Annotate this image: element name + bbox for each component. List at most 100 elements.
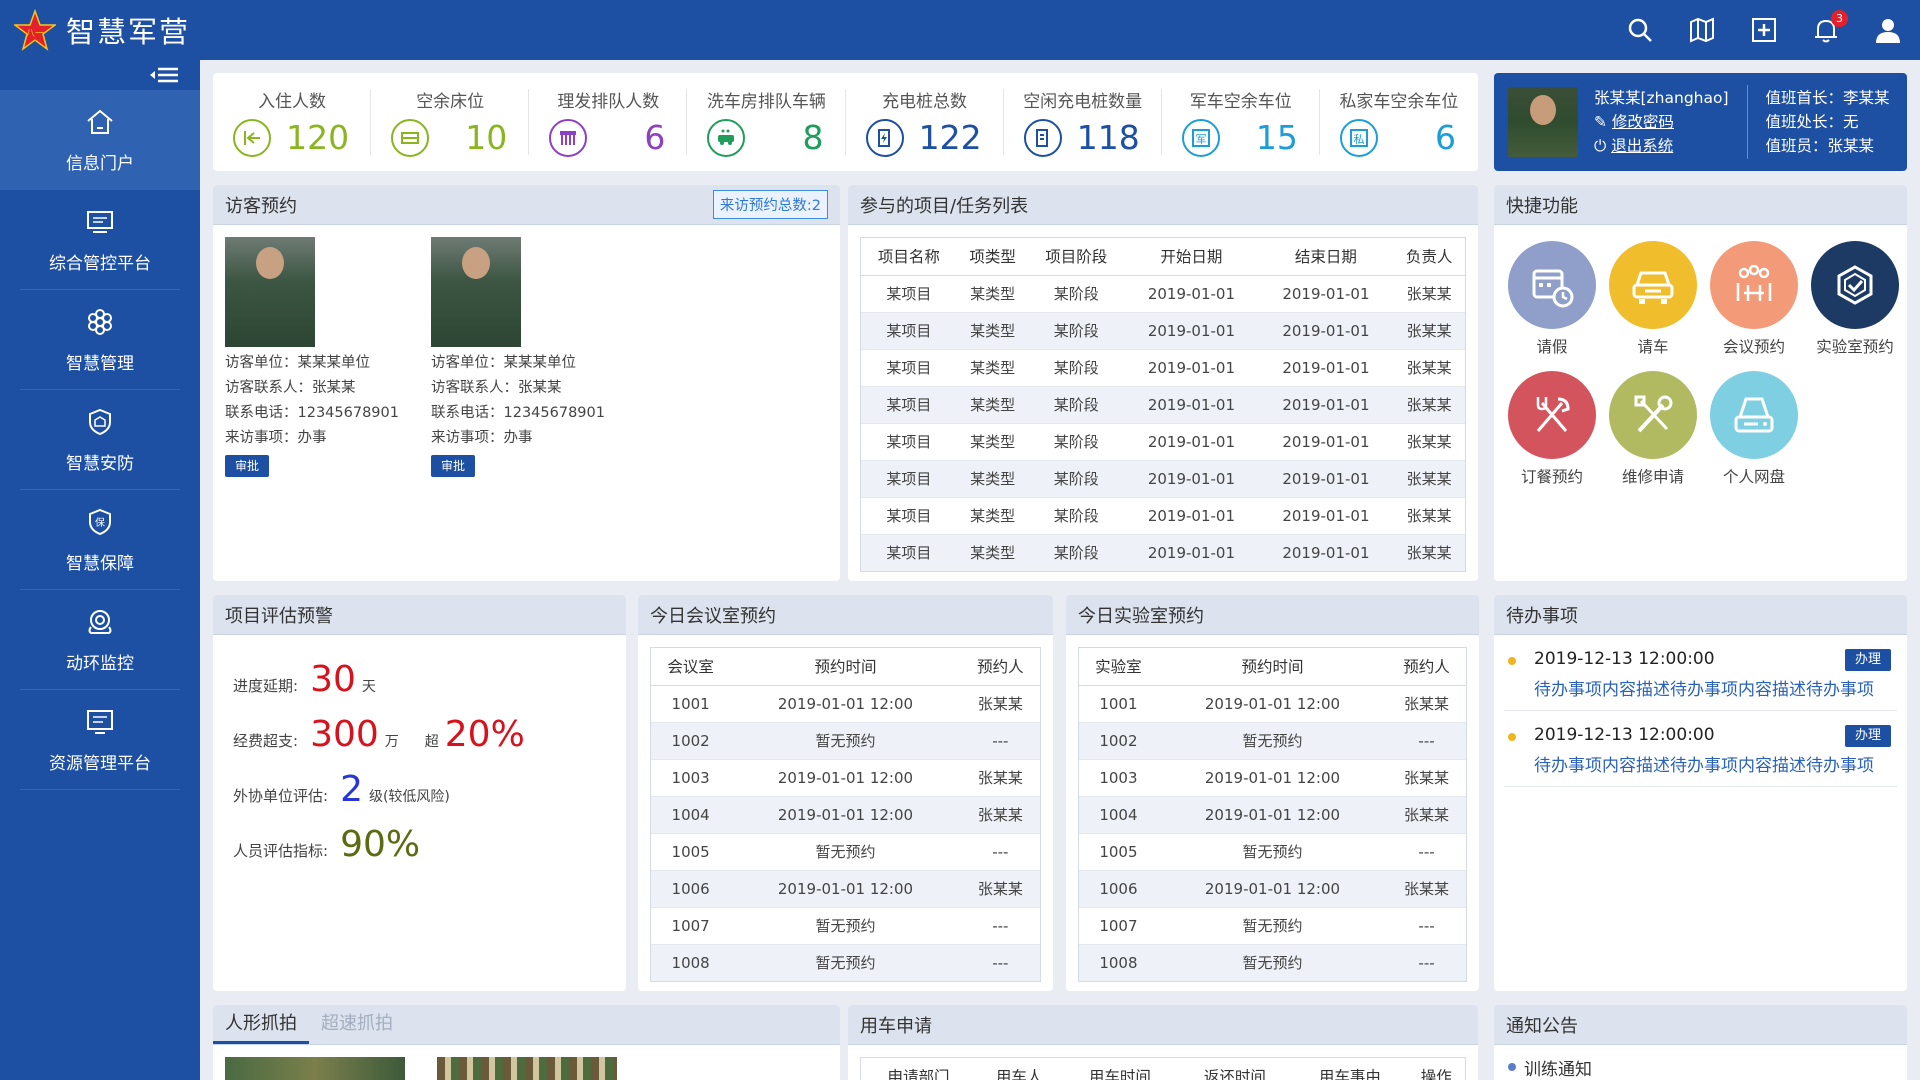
todo-description[interactable]: 待办事项内容描述待办事项内容描述待办事项 xyxy=(1534,751,1885,776)
stat-label: 洗车房排队车辆 xyxy=(706,92,826,112)
tab-human-capture[interactable]: 人形抓拍 xyxy=(213,1005,309,1044)
table-row[interactable]: 某项目 某类型 某阶段 2019-01-01 2019-01-01 张某某 xyxy=(861,311,1465,349)
shortcut-tools[interactable]: 维修申请 xyxy=(1603,371,1703,487)
svg-text:军: 军 xyxy=(1195,133,1206,146)
table-cell: 张某某 xyxy=(1387,795,1466,833)
shortcut-fork-knife[interactable]: 订餐预约 xyxy=(1502,371,1602,487)
search-button[interactable] xyxy=(1626,16,1654,44)
table-row[interactable]: 1005 暂无预约 --- xyxy=(651,832,1040,870)
shortcut-car[interactable]: 请车 xyxy=(1603,241,1703,357)
notification-button[interactable]: 3 xyxy=(1812,10,1848,44)
table-row[interactable]: 1007 暂无预约 --- xyxy=(1079,906,1466,944)
table-row[interactable]: 1004 2019-01-01 12:00 张某某 xyxy=(1079,795,1466,833)
table-row[interactable]: 1007 暂无预约 --- xyxy=(651,906,1040,944)
table-cell: 2019-01-01 xyxy=(1124,348,1259,386)
table-row[interactable]: 1004 2019-01-01 12:00 张某某 xyxy=(651,795,1040,833)
table-row[interactable]: 某项目 某类型 某阶段 2019-01-01 2019-01-01 张某某 xyxy=(861,533,1465,571)
table-row[interactable]: 某项目 某类型 某阶段 2019-01-01 2019-01-01 张某某 xyxy=(861,274,1465,312)
capture-thumbnail[interactable] xyxy=(437,1057,617,1080)
column-header: 预约时间 xyxy=(1157,648,1388,686)
table-row[interactable]: 某项目 某类型 某阶段 2019-01-01 2019-01-01 张某某 xyxy=(861,348,1465,386)
sidebar-item-portal[interactable]: 信息门户 xyxy=(0,90,200,190)
stat-charger-idle: 空闲充电桩数量 118 xyxy=(1004,73,1162,171)
shortcut-lab[interactable]: 实验室预约 xyxy=(1805,241,1905,357)
visitor-matter: 来访事项：办事 xyxy=(431,430,533,446)
notice-panel: 通知公告 训练通知 xyxy=(1494,1005,1907,1080)
table-row[interactable]: 1005 暂无预约 --- xyxy=(1079,832,1466,870)
sidebar-item-label: 综合管控平台 xyxy=(49,253,151,274)
search-icon xyxy=(1628,18,1652,42)
handle-button[interactable]: 办理 xyxy=(1844,649,1891,671)
collapse-button[interactable] xyxy=(0,60,200,90)
table-row[interactable]: 1006 2019-01-01 12:00 张某某 xyxy=(1079,869,1466,907)
tab-speed-capture[interactable]: 超速抓拍 xyxy=(309,1005,405,1044)
budget-unit: 万 xyxy=(384,734,399,750)
table-cell: 某项目 xyxy=(861,459,957,497)
shortcut-calendar-clock[interactable]: 请假 xyxy=(1502,241,1602,357)
table-cell: 1007 xyxy=(1079,906,1158,944)
shortcut-label: 请车 xyxy=(1637,338,1669,356)
delay-row: 进度延期: 30 天 xyxy=(213,659,626,700)
table-cell: 1007 xyxy=(651,906,731,944)
table-row[interactable]: 1001 2019-01-01 12:00 张某某 xyxy=(651,684,1040,722)
table-cell: --- xyxy=(1387,832,1466,870)
todo-item: 2019-12-13 12:00:00 待办事项内容描述待办事项内容描述待办事项… xyxy=(1504,635,1897,711)
sidebar-item-smart-management[interactable]: 智慧管理 xyxy=(0,290,200,390)
top-bar: 八一 智慧军营 3 xyxy=(0,0,1920,60)
sidebar-item-control-platform[interactable]: 综合管控平台 xyxy=(0,190,200,290)
todo-description[interactable]: 待办事项内容描述待办事项内容描述待办事项 xyxy=(1534,675,1885,700)
table-row[interactable]: 1003 2019-01-01 12:00 张某某 xyxy=(651,758,1040,796)
table-cell: 2019-01-01 12:00 xyxy=(1157,869,1388,907)
table-row[interactable]: 1003 2019-01-01 12:00 张某某 xyxy=(1079,758,1466,796)
capture-thumbnail[interactable] xyxy=(225,1057,405,1080)
table-row[interactable]: 1002 暂无预约 --- xyxy=(651,721,1040,759)
duty-member: 值班员：张某某 xyxy=(1765,137,1875,155)
add-button[interactable] xyxy=(1750,16,1778,44)
bullet-dot xyxy=(1508,733,1516,741)
table-row[interactable]: 某项目 某类型 某阶段 2019-01-01 2019-01-01 张某某 xyxy=(861,496,1465,534)
shortcut-disk[interactable]: 个人网盘 xyxy=(1704,371,1804,487)
panel-title: 用车申请 xyxy=(848,1005,1478,1045)
shortcut-meeting[interactable]: 会议预约 xyxy=(1704,241,1804,357)
table-cell: 张某某 xyxy=(1393,422,1465,460)
column-header: 用车人 xyxy=(976,1058,1063,1080)
sidebar-item-label: 动环监控 xyxy=(66,653,134,674)
approve-button[interactable]: 审批 xyxy=(225,455,270,477)
table-cell: 1005 xyxy=(651,832,731,870)
user-button[interactable] xyxy=(1874,16,1902,44)
table-row[interactable]: 1006 2019-01-01 12:00 张某某 xyxy=(651,869,1040,907)
sidebar-item-security[interactable]: 智慧安防 xyxy=(0,390,200,490)
handle-button[interactable]: 办理 xyxy=(1844,725,1891,747)
table-row[interactable]: 某项目 某类型 某阶段 2019-01-01 2019-01-01 张某某 xyxy=(861,385,1465,423)
sidebar-item-environment-monitor[interactable]: 动环监控 xyxy=(0,590,200,690)
table-row[interactable]: 1001 2019-01-01 12:00 张某某 xyxy=(1079,684,1466,722)
sidebar-item-resource-platform[interactable]: 资源管理平台 xyxy=(0,690,200,790)
notice-item[interactable]: 训练通知 xyxy=(1494,1045,1907,1080)
table-cell: 2019-01-01 12:00 xyxy=(730,869,961,907)
approve-button[interactable]: 审批 xyxy=(431,455,476,477)
budget-row: 经费超支: 300 万 超 20% xyxy=(213,714,626,755)
table-cell: --- xyxy=(1387,721,1466,759)
table-row[interactable]: 1002 暂无预约 --- xyxy=(1079,721,1466,759)
stat-label: 充电桩总数 xyxy=(882,92,968,112)
map-button[interactable] xyxy=(1688,16,1716,44)
stats-bar: 入住人数 120 空余床位 10 理发排队人数 6 洗车房排队车辆 8 充电桩总数 122 空闲充电… xyxy=(213,73,1478,171)
notification-badge: 3 xyxy=(1831,10,1848,27)
map-icon xyxy=(1690,17,1714,43)
table-row[interactable]: 1008 暂无预约 --- xyxy=(651,943,1040,981)
svg-text:私: 私 xyxy=(1353,133,1364,146)
table-row[interactable]: 某项目 某类型 某阶段 2019-01-01 2019-01-01 张某某 xyxy=(861,459,1465,497)
svg-text:保: 保 xyxy=(95,516,105,529)
change-password-link[interactable]: ✎ 修改密码 xyxy=(1594,110,1729,134)
table-cell: 1003 xyxy=(651,758,731,796)
table-row[interactable]: 某项目 某类型 某阶段 2019-01-01 2019-01-01 张某某 xyxy=(861,422,1465,460)
table-header-row: 实验室 预约时间 预约人 xyxy=(1079,648,1466,686)
table-cell: 某项目 xyxy=(861,533,957,571)
sidebar-item-guarantee[interactable]: 保 智慧保障 xyxy=(0,490,200,590)
projects-table: 项目名称 项类型 项目阶段 开始日期 结束日期 负责人 某项目 某类型 某阶段 2019-01-0… xyxy=(861,238,1465,571)
army-star-logo-icon: 八一 xyxy=(14,9,56,51)
table-cell: --- xyxy=(960,943,1040,981)
logout-link[interactable]: ⏻ 退出系统 xyxy=(1594,134,1729,158)
table-row[interactable]: 1008 暂无预约 --- xyxy=(1079,943,1466,981)
table-cell: 暂无预约 xyxy=(1157,832,1388,870)
